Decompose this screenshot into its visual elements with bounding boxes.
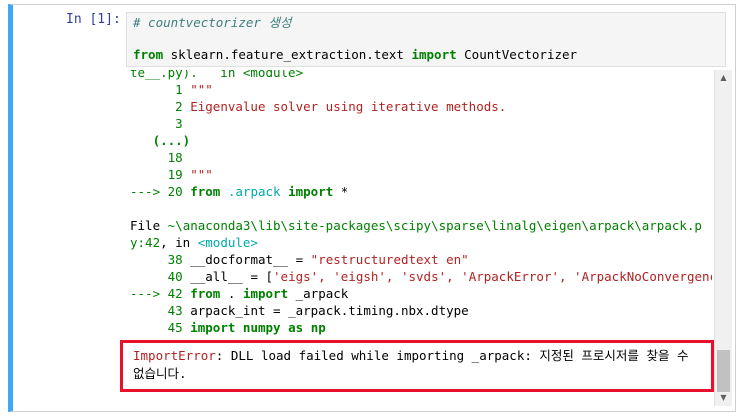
scroll-down-arrow-icon[interactable]: ▼ — [715, 390, 732, 406]
input-prompt: In [1]: — [66, 12, 121, 27]
code-input[interactable]: # countvectorizer 생성 from sklearn.featur… — [126, 12, 726, 67]
trace-line-20: ---> 20 from .arpack import * — [130, 184, 349, 199]
scrollbar-thumb[interactable] — [717, 350, 730, 392]
trace-line-45: 45 import numpy as np — [167, 320, 326, 335]
trace-line-2: 2 Eigenvalue solver using iterative meth… — [175, 99, 507, 114]
trace-line-40: 40 __all__ = ['eigs', 'eigsh', 'svds', '… — [167, 269, 712, 284]
trace-line-1: 1 """ — [175, 82, 213, 97]
code-comment: # countvectorizer 생성 — [133, 15, 292, 30]
trace-line-3: 3 — [175, 116, 183, 131]
trace-line-18: 18 — [167, 150, 183, 165]
trace-line-38: 38 __docformat__ = "restructuredtext en" — [167, 252, 469, 267]
module-name: sklearn.feature_extraction.text — [170, 47, 404, 62]
trace-ellipsis: (...) — [152, 133, 191, 148]
keyword-from: from — [133, 47, 164, 62]
partial-line: te__.py). in <module> — [130, 70, 304, 80]
code-line-import: from sklearn.feature_extraction.text imp… — [133, 47, 577, 63]
traceback: te__.py). in <module> 1 """ 2 Eigenvalue… — [130, 70, 712, 336]
trace-line-42: ---> 42 from . import _arpack — [130, 286, 349, 301]
scroll-up-arrow-icon[interactable]: ▲ — [715, 70, 732, 86]
error-text: : DLL load failed while importing _arpac… — [133, 348, 689, 381]
file-reference: File ~\anaconda3\lib\site-packages\scipy… — [130, 218, 702, 250]
output-scrollbar[interactable]: ▲ ▼ — [714, 70, 732, 406]
error-name: ImportError — [133, 348, 216, 363]
keyword-import: import — [411, 47, 457, 62]
class-name: CountVectorizer — [464, 47, 578, 62]
trace-line-43: 43 arpack_int = _arpack.timing.nbx.dtype — [167, 303, 469, 318]
error-message-box: ImportError: DLL load failed while impor… — [120, 340, 714, 392]
trace-line-19: 19 """ — [167, 167, 213, 182]
